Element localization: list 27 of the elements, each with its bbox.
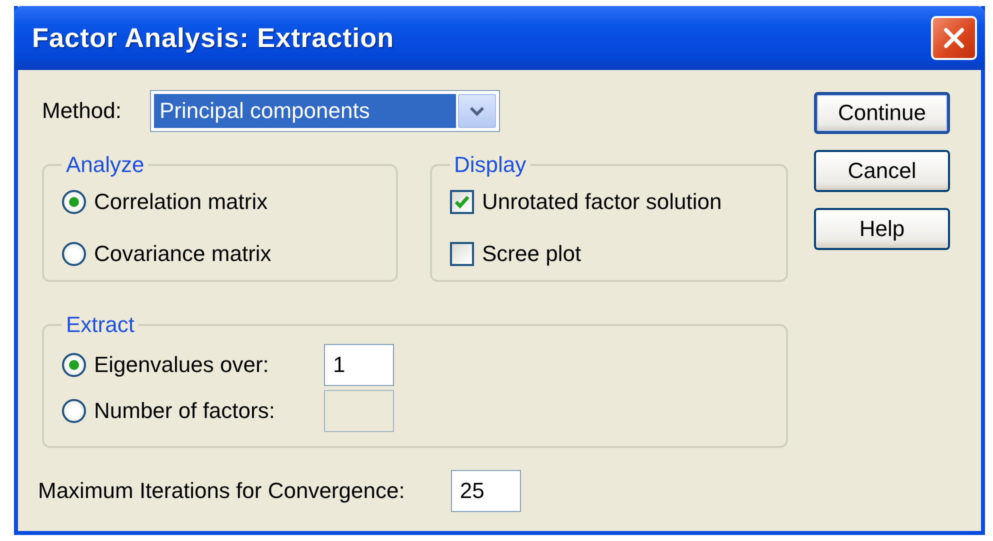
checkbox[interactable] bbox=[450, 190, 474, 214]
close-button[interactable] bbox=[931, 16, 977, 60]
option-label: Scree plot bbox=[482, 241, 582, 267]
group-title: Extract bbox=[65, 312, 136, 338]
method-dropdown[interactable]: Principal components bbox=[150, 90, 500, 132]
method-label: Method: bbox=[42, 98, 122, 124]
radio-button[interactable] bbox=[62, 242, 86, 266]
dialog-button[interactable]: Continue bbox=[814, 92, 950, 134]
check-icon bbox=[454, 195, 470, 209]
group-title: Display bbox=[453, 152, 528, 178]
close-icon bbox=[942, 26, 966, 50]
option-label: Eigenvalues over: bbox=[94, 352, 269, 378]
option-label: Unrotated factor solution bbox=[482, 189, 722, 215]
input-field[interactable]: 25 bbox=[450, 470, 521, 512]
option-label: Number of factors: bbox=[94, 398, 275, 424]
caret-icon bbox=[468, 105, 484, 117]
dialog-button[interactable]: Cancel bbox=[814, 150, 950, 192]
group-title: Analyze bbox=[65, 152, 146, 178]
option-label: Covariance matrix bbox=[94, 241, 272, 267]
dialog-button[interactable]: Help bbox=[814, 208, 950, 250]
checkbox[interactable] bbox=[450, 242, 474, 266]
radio-button[interactable] bbox=[62, 190, 86, 214]
input-field[interactable]: 1 bbox=[324, 344, 394, 386]
radio-button[interactable] bbox=[62, 353, 86, 377]
iterations-label: Maximum Iterations for Convergence: bbox=[38, 478, 405, 504]
option-label: Correlation matrix bbox=[94, 189, 268, 215]
window-title: Factor Analysis: Extraction bbox=[32, 22, 394, 54]
